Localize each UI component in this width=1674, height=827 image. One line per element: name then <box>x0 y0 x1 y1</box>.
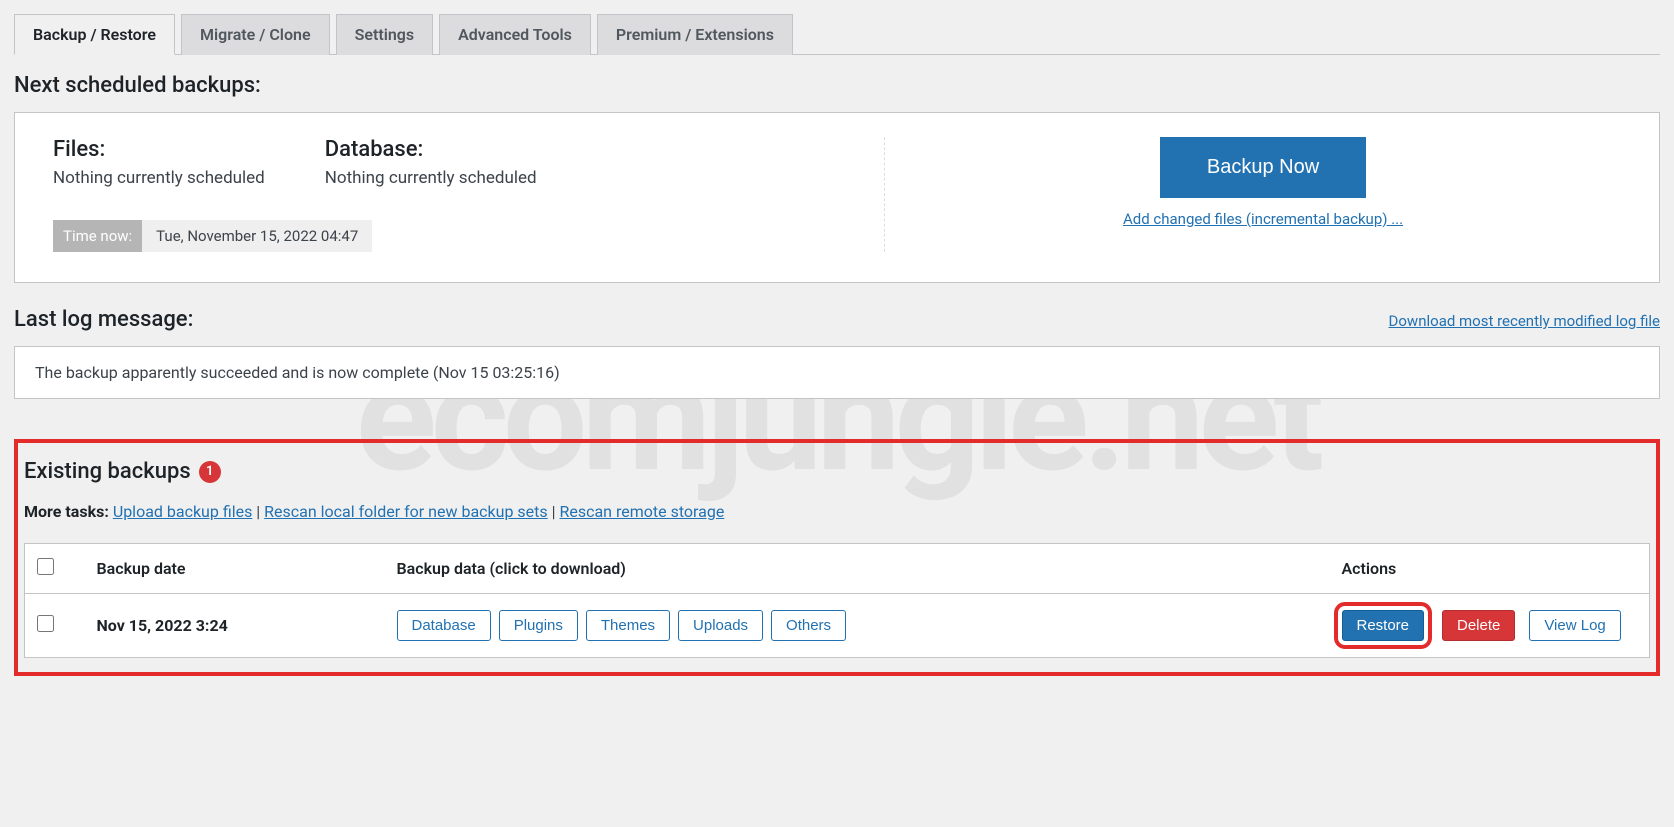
col-backup-date: Backup date <box>85 544 385 594</box>
existing-backups-heading: Existing backups <box>24 459 191 484</box>
last-log-panel: The backup apparently succeeded and is n… <box>14 346 1660 399</box>
row-checkbox[interactable] <box>37 615 54 632</box>
next-scheduled-heading: Next scheduled backups: <box>14 73 1660 98</box>
table-row: Nov 15, 2022 3:24 Database Plugins Theme… <box>25 594 1650 658</box>
restore-button[interactable]: Restore <box>1342 610 1425 641</box>
database-block: Database: Nothing currently scheduled <box>325 137 537 188</box>
backup-data-cell: Database Plugins Themes Uploads Others <box>385 594 1330 658</box>
col-actions: Actions <box>1330 544 1650 594</box>
last-log-heading: Last log message: <box>14 307 193 332</box>
time-now-value: Tue, November 15, 2022 04:47 <box>142 220 372 252</box>
tab-settings[interactable]: Settings <box>336 14 434 55</box>
tab-advanced-tools[interactable]: Advanced Tools <box>439 14 591 55</box>
tab-premium-extensions[interactable]: Premium / Extensions <box>597 14 793 55</box>
files-status: Nothing currently scheduled <box>53 168 265 188</box>
download-database-button[interactable]: Database <box>397 610 491 641</box>
backup-now-button[interactable]: Backup Now <box>1160 137 1366 198</box>
tab-migrate-clone[interactable]: Migrate / Clone <box>181 14 330 55</box>
download-log-link[interactable]: Download most recently modified log file <box>1389 312 1660 330</box>
download-plugins-button[interactable]: Plugins <box>499 610 578 641</box>
rescan-remote-link[interactable]: Rescan remote storage <box>560 502 725 521</box>
more-tasks-label: More tasks: <box>24 502 109 521</box>
scheduled-panel: Files: Nothing currently scheduled Datab… <box>14 112 1660 283</box>
nav-tabs: Backup / Restore Migrate / Clone Setting… <box>14 0 1660 55</box>
existing-backups-highlight: Existing backups 1 More tasks: Upload ba… <box>14 439 1660 676</box>
rescan-local-link[interactable]: Rescan local folder for new backup sets <box>264 502 547 521</box>
files-block: Files: Nothing currently scheduled <box>53 137 265 188</box>
backups-table: Backup date Backup data (click to downlo… <box>24 543 1650 658</box>
database-status: Nothing currently scheduled <box>325 168 537 188</box>
download-uploads-button[interactable]: Uploads <box>678 610 763 641</box>
last-log-message: The backup apparently succeeded and is n… <box>35 363 560 382</box>
database-label: Database: <box>325 137 537 162</box>
view-log-button[interactable]: View Log <box>1529 610 1620 641</box>
delete-button[interactable]: Delete <box>1442 610 1515 641</box>
more-tasks-row: More tasks: Upload backup files | Rescan… <box>24 502 1650 521</box>
time-now-label: Time now: <box>53 220 142 252</box>
backup-count-badge: 1 <box>199 461 221 483</box>
col-backup-data: Backup data (click to download) <box>385 544 1330 594</box>
incremental-backup-link[interactable]: Add changed files (incremental backup) .… <box>1123 210 1403 228</box>
select-all-checkbox[interactable] <box>37 558 54 575</box>
backup-date: Nov 15, 2022 3:24 <box>97 616 228 635</box>
files-label: Files: <box>53 137 265 162</box>
download-others-button[interactable]: Others <box>771 610 846 641</box>
upload-backup-link[interactable]: Upload backup files <box>113 502 253 521</box>
time-now-row: Time now: Tue, November 15, 2022 04:47 <box>53 220 884 252</box>
download-themes-button[interactable]: Themes <box>586 610 670 641</box>
tab-backup-restore[interactable]: Backup / Restore <box>14 14 175 55</box>
